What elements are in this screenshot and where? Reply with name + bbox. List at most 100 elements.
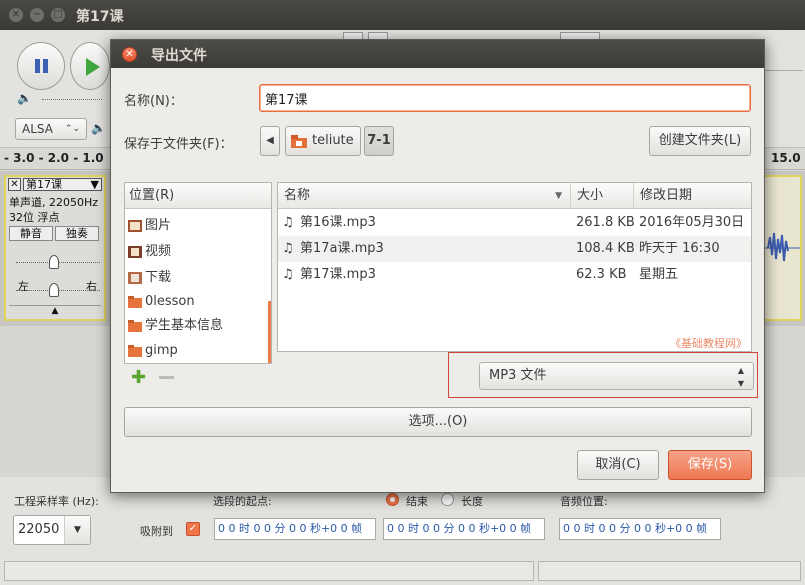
place-label: 0lesson (145, 294, 195, 309)
updown-icon: ⌃⌄ (64, 124, 80, 134)
home-folder-icon (291, 135, 307, 148)
path-back-button[interactable]: ◀ (260, 126, 280, 156)
length-radio[interactable] (441, 493, 454, 506)
column-header-name[interactable]: 名称 ▼ (278, 183, 571, 209)
toolbar-divider (765, 70, 803, 71)
play-icon (86, 58, 100, 76)
collapse-track-icon[interactable]: ▲ (9, 305, 101, 317)
place-item-downloads[interactable]: 下载 (125, 266, 270, 290)
place-label: 下载 (145, 270, 172, 285)
pan-slider-thumb[interactable] (49, 283, 59, 297)
file-size: 62.3 KB (576, 267, 627, 282)
cancel-button[interactable]: 取消(C) (577, 450, 659, 480)
solo-button[interactable]: 独奏 (55, 226, 99, 241)
file-date: 2016年05月30日 (639, 215, 745, 230)
path-segment-teliute[interactable]: teliute (285, 126, 361, 156)
track-info-format: 32位 浮点 (9, 211, 60, 224)
maximize-icon[interactable]: □ (51, 8, 65, 22)
gain-slider-thumb[interactable] (49, 255, 59, 269)
place-label: 学生基本信息 (145, 318, 224, 333)
add-bookmark-icon[interactable]: ✚ (131, 369, 146, 387)
updown-icon: ▲ ▼ (737, 366, 744, 388)
project-rate-select[interactable]: 22050 ▼ (13, 515, 91, 545)
audio-file-icon: ♫ (282, 241, 294, 256)
audio-position-time[interactable]: 0 0 时 0 0 分 0 0 秒+0 0 帧 (559, 518, 721, 540)
filename-input[interactable] (259, 84, 751, 112)
column-header-date[interactable]: 修改日期 (634, 183, 751, 209)
place-item-gimp[interactable]: gimp (125, 339, 270, 363)
dropdown-icon: ▼ (90, 178, 99, 191)
dialog-title: 导出文件 (151, 48, 207, 64)
filename-label: 名称(N)： (124, 94, 183, 109)
waveform-strip[interactable] (762, 175, 802, 321)
folder-icon (128, 345, 142, 357)
close-window-icon[interactable]: ✕ (9, 8, 23, 22)
pan-left-label: 左 (18, 280, 29, 293)
file-row[interactable]: ♫ 第17a课.mp3 108.4 KB 昨天于 16:30 (278, 236, 751, 262)
file-date: 星期五 (639, 267, 679, 282)
file-size: 261.8 KB (576, 215, 635, 230)
end-radio[interactable] (386, 493, 399, 506)
waveform-graphic (764, 232, 800, 262)
file-name: 第17课.mp3 (300, 267, 376, 282)
track-control-panel: ✕ 第17课 ▼ 单声道, 22050Hz 32位 浮点 静音 独奏 左 右 ▲ (4, 175, 106, 321)
filetype-highlight-box: MP3 文件 ▲ ▼ (448, 352, 758, 398)
audio-file-icon: ♫ (282, 215, 294, 230)
pause-button[interactable] (17, 42, 65, 90)
audio-position-label: 音频位置: (560, 495, 608, 508)
place-item-student-info[interactable]: 学生基本信息 (125, 314, 270, 338)
save-button[interactable]: 保存(S) (668, 450, 752, 480)
remove-bookmark-icon[interactable] (159, 376, 174, 379)
column-header-label: 名称 (284, 188, 311, 203)
mute-button[interactable]: 静音 (9, 226, 53, 241)
minimize-icon[interactable]: − (30, 8, 44, 22)
filetype-value: MP3 文件 (489, 368, 547, 383)
length-radio-label: 长度 (461, 495, 483, 508)
track-info-rate: 单声道, 22050Hz (9, 196, 99, 209)
track-name-menu[interactable]: 第17课 ▼ (23, 178, 102, 191)
places-pane: 位置(R) 图片 视频 下载 0lesson 学生基本信息 gimp (124, 182, 272, 364)
volume-icon: 🔈 (17, 91, 32, 105)
filetype-select[interactable]: MP3 文件 ▲ ▼ (479, 362, 754, 390)
file-name: 第17a课.mp3 (300, 241, 384, 256)
dropdown-icon: ▼ (64, 516, 90, 544)
sort-descending-icon: ▼ (555, 191, 562, 201)
file-size: 108.4 KB (576, 241, 635, 256)
selection-toolbar: 工程采样率 (Hz): 22050 ▼ 吸附到 ✓ 选段的起点: 结束 长度 音… (0, 477, 805, 585)
path-segment-label: 7-1 (367, 133, 391, 148)
end-radio-label: 结束 (406, 495, 428, 508)
watermark-text: 《基础教程网》 (670, 337, 747, 350)
file-row[interactable]: ♫ 第17课.mp3 62.3 KB 星期五 (278, 262, 751, 288)
path-segment-7-1[interactable]: 7-1 (364, 126, 394, 156)
window-title: 第17课 (76, 9, 124, 25)
dialog-close-icon[interactable]: ✕ (122, 47, 137, 62)
selection-end-time[interactable]: 0 0 时 0 0 分 0 0 秒+0 0 帧 (383, 518, 545, 540)
speaker-icon: 🔈 (91, 121, 106, 135)
snap-to-checkbox[interactable]: ✓ (186, 522, 200, 536)
window-titlebar: ✕ − □ 第17课 (0, 0, 805, 30)
place-item-0lesson[interactable]: 0lesson (125, 290, 270, 314)
pictures-folder-icon (128, 220, 142, 232)
ruler-labels-right: 15.0 (771, 151, 801, 165)
audio-host-select[interactable]: ALSA ⌃⌄ (15, 118, 87, 140)
folder-icon (128, 296, 142, 308)
audio-file-icon: ♫ (282, 267, 294, 282)
project-rate-label: 工程采样率 (Hz): (14, 495, 99, 508)
snap-to-label: 吸附到 (140, 525, 173, 538)
place-label: gimp (145, 343, 178, 358)
selection-start-time[interactable]: 0 0 时 0 0 分 0 0 秒+0 0 帧 (214, 518, 376, 540)
places-scrollbar[interactable] (268, 301, 271, 363)
place-item-videos[interactable]: 视频 (125, 240, 270, 264)
place-item-pictures[interactable]: 图片 (125, 214, 270, 238)
place-label: 视频 (145, 244, 172, 259)
place-label: 图片 (145, 218, 172, 233)
column-header-size[interactable]: 大小 (571, 183, 634, 209)
places-header[interactable]: 位置(R) (125, 183, 271, 209)
file-row[interactable]: ♫ 第16课.mp3 261.8 KB 2016年05月30日 (278, 210, 751, 236)
playback-slider[interactable] (42, 99, 102, 100)
track-close-icon[interactable]: ✕ (8, 178, 21, 191)
options-button[interactable]: 选项...(O) (124, 407, 752, 437)
pan-right-label: 右 (86, 280, 97, 293)
play-button[interactable] (70, 42, 110, 90)
create-folder-button[interactable]: 创建文件夹(L) (649, 126, 751, 156)
